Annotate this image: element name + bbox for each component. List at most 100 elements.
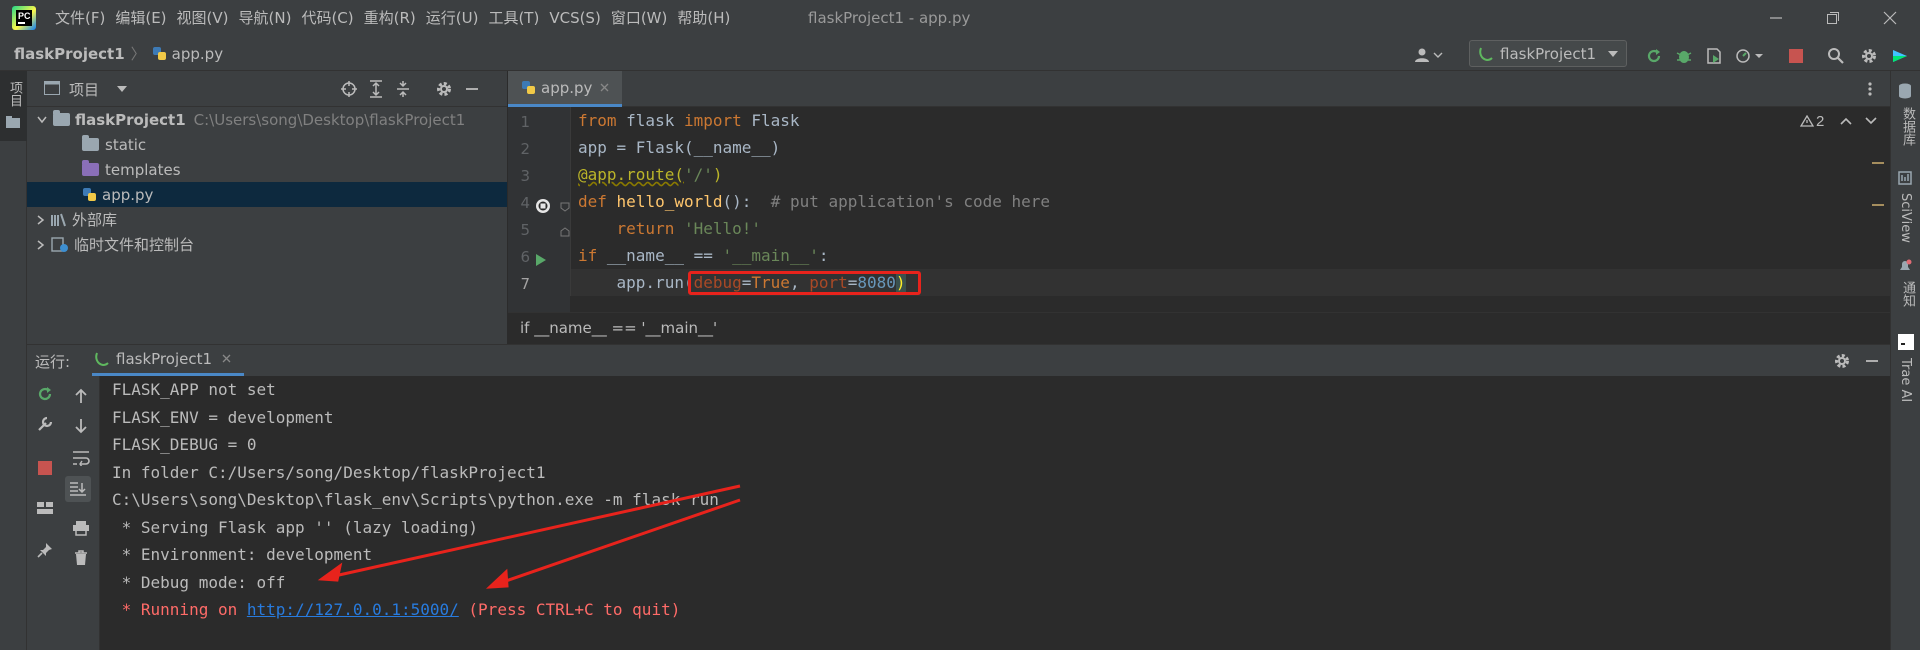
menu-tools[interactable]: 工具(T) bbox=[483, 0, 544, 36]
console-line: * Debug mode: off bbox=[112, 572, 286, 592]
collapse-all-button[interactable] bbox=[395, 80, 411, 98]
tool-tab-database[interactable]: 数据库 bbox=[1898, 83, 1917, 146]
fold-marker-icon[interactable] bbox=[560, 227, 570, 237]
profile-button[interactable] bbox=[1732, 44, 1766, 68]
search-button[interactable] bbox=[1824, 44, 1848, 68]
code-breadcrumb[interactable]: if __name__ == '__main__' bbox=[520, 319, 717, 337]
locate-file-button[interactable] bbox=[340, 80, 358, 98]
tree-row-templates[interactable]: templates bbox=[27, 157, 507, 182]
scrollbar-warning-stripe[interactable] bbox=[1872, 204, 1884, 206]
scroll-to-end-button[interactable] bbox=[65, 476, 91, 502]
rerun-button[interactable] bbox=[1642, 44, 1666, 68]
tool-tab-notifications-label: 通知 bbox=[1900, 281, 1915, 307]
rerun-button[interactable] bbox=[27, 378, 63, 410]
database-icon bbox=[1898, 83, 1912, 99]
restore-button[interactable] bbox=[1806, 0, 1860, 36]
edit-configuration-button[interactable] bbox=[27, 408, 63, 440]
tool-tab-project[interactable]: 项目 bbox=[0, 71, 27, 141]
tree-item-label: 临时文件和控制台 bbox=[74, 236, 195, 254]
menu-help[interactable]: 帮助(H) bbox=[672, 0, 735, 36]
menu-navigate[interactable]: 导航(N) bbox=[234, 0, 297, 36]
project-panel-title[interactable]: 项目 bbox=[69, 79, 99, 100]
hide-panel-button[interactable] bbox=[464, 80, 480, 98]
tool-tab-sciview[interactable]: SciView bbox=[1898, 171, 1913, 243]
run-gutter-icon[interactable] bbox=[535, 253, 547, 267]
arrow-up-icon bbox=[75, 388, 87, 403]
tool-tab-notifications[interactable]: 通知 bbox=[1898, 259, 1917, 307]
project-settings-button[interactable] bbox=[435, 80, 453, 98]
python-flask-icon bbox=[1478, 46, 1494, 62]
breadcrumb-file[interactable]: app.py bbox=[172, 45, 223, 63]
menu-edit[interactable]: 编辑(E) bbox=[110, 0, 171, 36]
tree-row-root[interactable]: flaskProject1 C:\Users\song\Desktop\flas… bbox=[27, 107, 507, 132]
pin-tab-button[interactable] bbox=[27, 534, 63, 566]
run-tab-flaskproject1[interactable]: flaskProject1 bbox=[92, 344, 244, 376]
scroll-up-button[interactable] bbox=[63, 380, 99, 412]
stop-button[interactable] bbox=[1784, 44, 1808, 68]
close-window-button[interactable] bbox=[1863, 0, 1917, 36]
rerun-icon bbox=[38, 387, 52, 401]
trae-logo-icon bbox=[1893, 50, 1907, 62]
menu-vcs[interactable]: VCS(S) bbox=[544, 0, 605, 36]
gear-icon bbox=[1862, 49, 1876, 63]
run-toolbar-primary bbox=[27, 376, 63, 650]
run-settings-button[interactable] bbox=[1833, 352, 1851, 370]
hide-run-panel-button[interactable] bbox=[1864, 352, 1880, 370]
restore-icon bbox=[1827, 12, 1839, 24]
menu-code[interactable]: 代码(C) bbox=[296, 0, 358, 36]
menu-run[interactable]: 运行(U) bbox=[421, 0, 484, 36]
server-url-link[interactable]: http://127.0.0.1:5000/ bbox=[247, 600, 459, 619]
soft-wrap-button[interactable] bbox=[63, 442, 99, 474]
menu-window[interactable]: 窗口(W) bbox=[606, 0, 673, 36]
run-configuration-select[interactable]: flaskProject1 bbox=[1469, 40, 1627, 67]
code-line-2: app = Flask(__name__) bbox=[578, 138, 781, 157]
breadcrumb: flaskProject1 〉 app.py bbox=[14, 36, 223, 71]
line-number: 3 bbox=[520, 167, 530, 185]
tree-row-external-libraries[interactable]: 外部库 bbox=[27, 207, 507, 232]
print-button[interactable] bbox=[63, 512, 99, 544]
more-options-icon[interactable] bbox=[1867, 81, 1873, 97]
settings-button[interactable] bbox=[1857, 44, 1881, 68]
expand-all-button[interactable] bbox=[368, 80, 384, 98]
stop-icon bbox=[38, 461, 52, 475]
tree-row-scratches[interactable]: 临时文件和控制台 bbox=[27, 232, 507, 257]
project-tree: flaskProject1 C:\Users\song\Desktop\flas… bbox=[27, 107, 507, 344]
trae-plugin-button[interactable] bbox=[1888, 44, 1912, 68]
project-view-dropdown-icon[interactable] bbox=[117, 85, 127, 93]
menu-view[interactable]: 视图(V) bbox=[172, 0, 234, 36]
fold-marker-icon[interactable] bbox=[560, 202, 570, 212]
next-highlight-icon[interactable] bbox=[1865, 117, 1877, 125]
code-line-4: def hello_world(): # put application's c… bbox=[578, 192, 1051, 211]
rerun-icon bbox=[1647, 49, 1661, 63]
warning-count[interactable]: 2 bbox=[1816, 113, 1824, 130]
chevron-right-icon bbox=[37, 214, 45, 225]
debug-button[interactable] bbox=[1672, 44, 1696, 68]
library-icon bbox=[51, 213, 67, 227]
tree-row-static[interactable]: static bbox=[27, 132, 507, 157]
editor-tab-app-py[interactable]: app.py bbox=[508, 71, 622, 107]
account-button[interactable] bbox=[1412, 44, 1446, 66]
tree-item-label: static bbox=[105, 135, 147, 154]
breadcrumb-project[interactable]: flaskProject1 bbox=[14, 45, 125, 63]
run-toolbar-secondary bbox=[63, 376, 100, 650]
close-tab-icon[interactable] bbox=[222, 354, 231, 363]
gear-icon bbox=[437, 82, 451, 96]
layout-button[interactable] bbox=[27, 492, 63, 524]
search-icon bbox=[1828, 48, 1844, 64]
warning-icon[interactable] bbox=[1800, 115, 1814, 127]
clear-all-button[interactable] bbox=[63, 542, 99, 574]
menu-refactor[interactable]: 重构(R) bbox=[359, 0, 421, 36]
menu-file[interactable]: 文件(F) bbox=[50, 0, 110, 36]
close-tab-icon[interactable] bbox=[600, 83, 609, 92]
stop-button[interactable] bbox=[27, 452, 63, 484]
left-tool-strip bbox=[0, 71, 27, 650]
route-marker-icon[interactable] bbox=[535, 198, 551, 214]
scroll-down-button[interactable] bbox=[63, 410, 99, 442]
scrollbar-warning-stripe[interactable] bbox=[1872, 162, 1884, 164]
tool-tab-trae[interactable]: Trae AI bbox=[1898, 334, 1914, 402]
code-editor[interactable]: from flask import Flask app = Flask(__na… bbox=[570, 107, 1890, 312]
run-with-coverage-button[interactable] bbox=[1702, 44, 1726, 68]
minimize-button[interactable] bbox=[1749, 0, 1803, 36]
previous-highlight-icon[interactable] bbox=[1840, 117, 1852, 125]
tree-row-app-py[interactable]: app.py bbox=[27, 182, 507, 207]
